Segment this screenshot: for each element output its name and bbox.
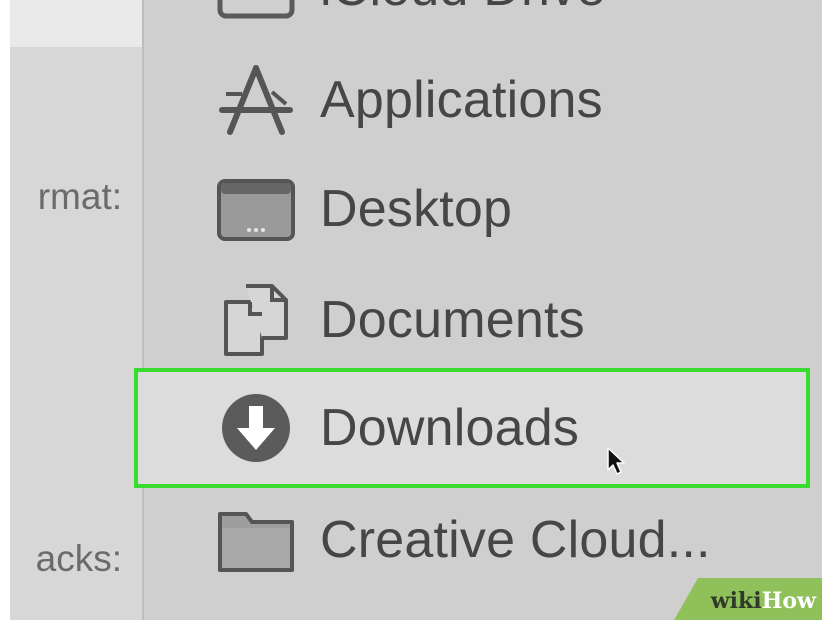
location-dropdown-menu[interactable]: iCloud Drive Applications	[134, 0, 822, 620]
menu-item-label: Downloads	[320, 399, 580, 457]
watermark-text: wikiHow	[711, 588, 816, 614]
menu-item-documents[interactable]: Documents	[144, 268, 804, 372]
cloud-folder-icon	[217, 0, 295, 19]
folder-icon	[218, 512, 294, 572]
menu-item-label: Creative Cloud...	[320, 511, 711, 569]
watermark-how: How	[761, 588, 816, 614]
format-label: rmat:	[37, 176, 122, 217]
menu-item-label: Documents	[320, 291, 585, 349]
menu-item-icloud-drive[interactable]: iCloud Drive	[144, 0, 804, 40]
dialog-top-band	[10, 0, 142, 47]
menu-item-label: Applications	[320, 71, 603, 129]
downloads-icon	[222, 394, 290, 462]
menu-item-creative-cloud[interactable]: Creative Cloud...	[144, 488, 804, 592]
menu-item-label: Desktop	[320, 180, 513, 238]
mouse-cursor-icon	[607, 447, 625, 475]
menu-item-desktop[interactable]: Desktop	[144, 157, 804, 261]
menu-item-downloads[interactable]: Downloads	[134, 368, 810, 488]
screenshot-scene: rmat: acks: iCloud Drive Applications	[0, 0, 822, 620]
desktop-icon	[217, 179, 295, 241]
menu-item-applications[interactable]: Applications	[144, 48, 804, 152]
documents-icon	[224, 284, 288, 356]
save-dialog-pane: rmat: acks:	[10, 0, 142, 620]
menu-item-label: iCloud Drive	[320, 0, 606, 18]
applications-icon	[219, 65, 293, 135]
wikihow-watermark: wikiHow	[674, 578, 822, 620]
watermark-wiki: wiki	[710, 588, 762, 614]
tracks-label: acks:	[35, 538, 122, 579]
